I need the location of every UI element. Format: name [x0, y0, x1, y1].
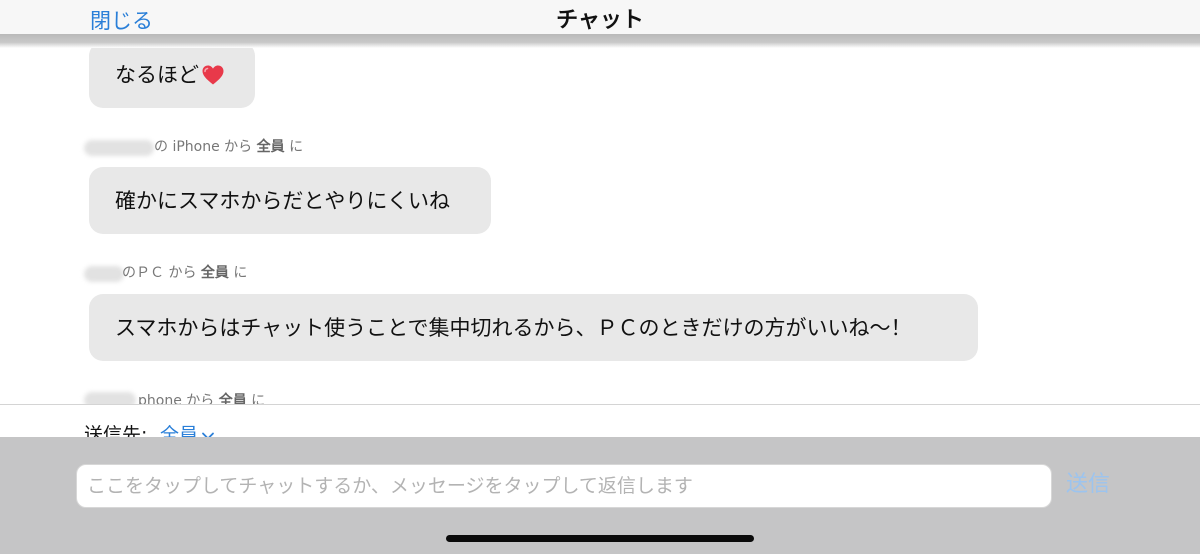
sender-device: phone — [138, 393, 182, 404]
recipient-name: 全員 — [256, 139, 285, 155]
send-button[interactable]: 送信 — [1066, 471, 1110, 499]
redacted-sender-name — [84, 392, 136, 404]
sender-device: の iPhone — [154, 139, 220, 155]
from-word: から — [224, 139, 253, 155]
recipient-suffix: に — [251, 393, 266, 404]
sender-device: のＰＣ — [122, 265, 164, 281]
sender-label: のＰＣ から 全員 に — [122, 264, 247, 282]
message-text: なるほど — [115, 63, 199, 87]
navigation-bar: 閉じる チャット — [0, 0, 1200, 34]
composer-bar: 送信 — [0, 437, 1200, 554]
from-word: から — [168, 265, 197, 281]
message-text: 確かにスマホからだとやりにくいね — [115, 188, 450, 213]
message-input[interactable] — [76, 464, 1052, 508]
redacted-sender-name — [84, 140, 154, 156]
chat-screen: 閉じる チャット なるほど の iPhone から 全員 に 確かにスマホからだ… — [0, 0, 1200, 554]
sender-label: の iPhone から 全員 に — [154, 138, 303, 156]
recipient-suffix: に — [289, 139, 304, 155]
recipient-row: 送信先: 全員 — [0, 405, 1200, 446]
from-word: から — [186, 393, 215, 404]
page-title: チャット — [556, 8, 644, 33]
redacted-sender-name — [84, 266, 124, 282]
home-indicator — [446, 535, 754, 542]
chat-message-list[interactable]: なるほど の iPhone から 全員 に 確かにスマホからだとやりにくいね の… — [0, 48, 1200, 404]
recipient-name: 全員 — [218, 393, 247, 404]
message-bubble[interactable]: なるほど — [89, 48, 255, 108]
sender-label: phone から 全員 に — [138, 392, 265, 404]
heart-icon — [202, 65, 224, 85]
message-bubble[interactable]: スマホからはチャット使うことで集中切れるから、ＰＣのときだけの方がいいね〜！ — [89, 294, 978, 361]
recipient-name: 全員 — [200, 265, 229, 281]
message-text: スマホからはチャット使うことで集中切れるから、ＰＣのときだけの方がいいね〜！ — [115, 315, 912, 340]
header-shadow — [0, 34, 1200, 48]
message-bubble[interactable]: 確かにスマホからだとやりにくいね — [89, 167, 491, 234]
recipient-suffix: に — [233, 265, 248, 281]
